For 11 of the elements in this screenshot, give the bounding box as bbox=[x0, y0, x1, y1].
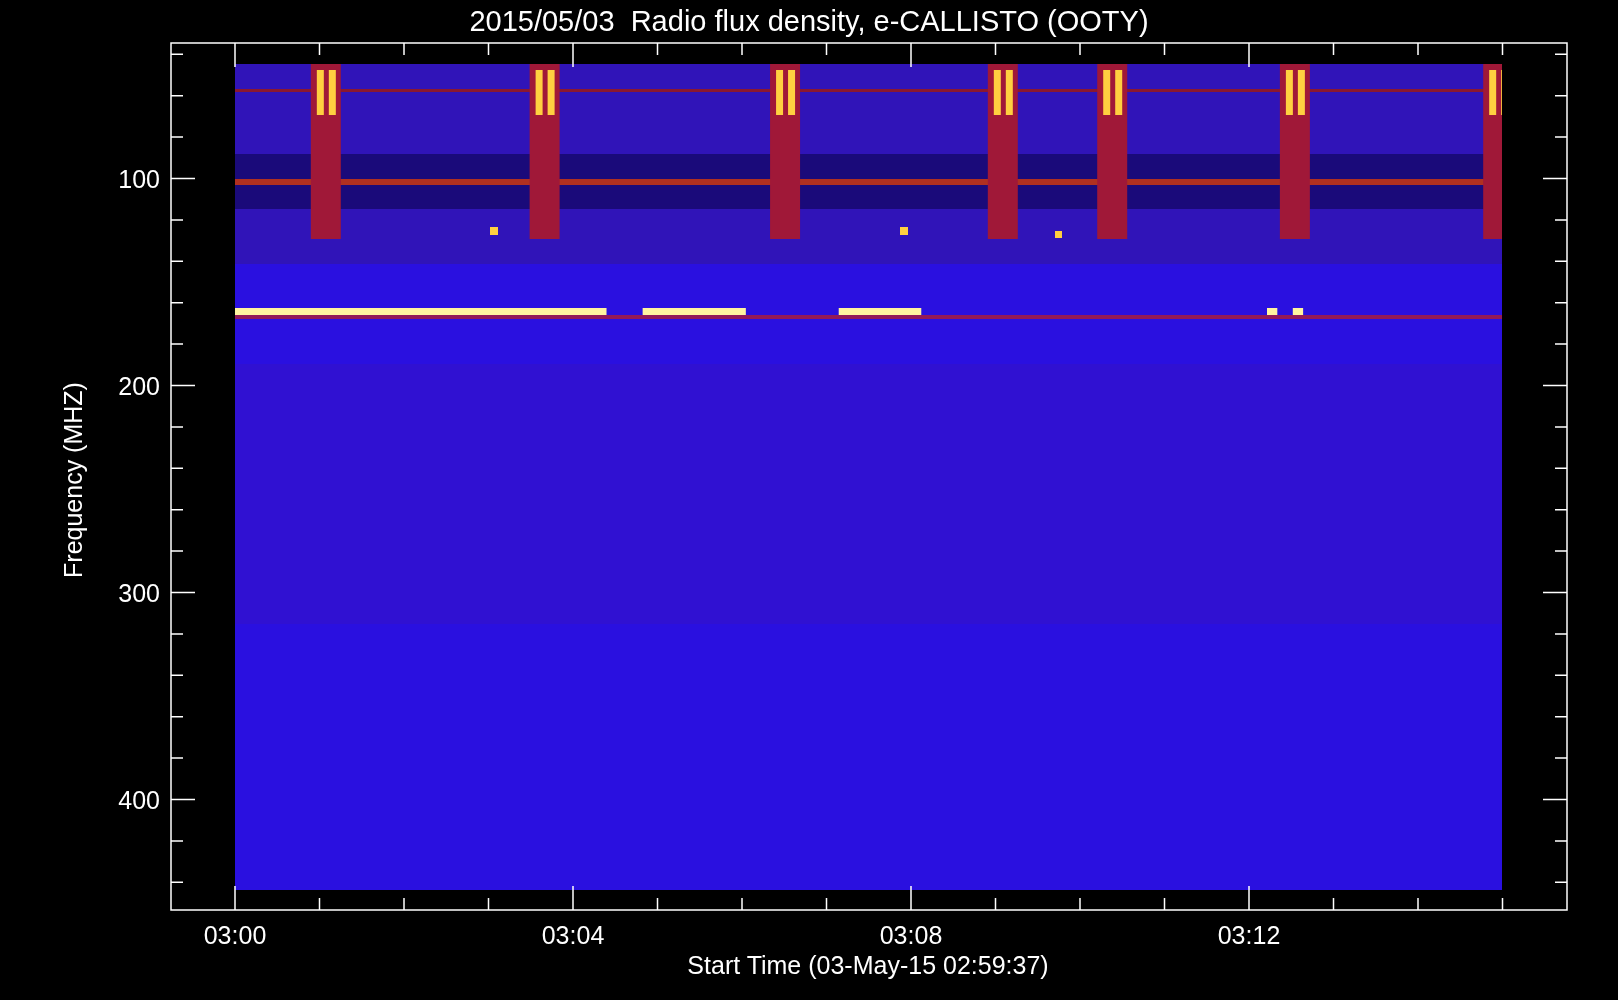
axis-tick-label: 100 bbox=[118, 164, 160, 193]
axis-tick-label: 03:08 bbox=[879, 921, 943, 949]
chart-title: 2015/05/03 Radio flux density, e-CALLISTO (OOTY) bbox=[469, 5, 1149, 37]
axis-tick-label: 03:00 bbox=[203, 921, 267, 949]
axis-tick-label: 03:12 bbox=[1217, 921, 1281, 949]
axis-tick-label: 03:04 bbox=[541, 921, 605, 949]
axis-tick-label: 400 bbox=[118, 785, 160, 814]
axis-title: Frequency (MHZ) bbox=[59, 382, 87, 578]
axis-tick-label: 200 bbox=[118, 371, 160, 400]
axis-title: Start Time (03-May-15 02:59:37) bbox=[687, 951, 1049, 979]
axis-tick-label: 300 bbox=[118, 578, 160, 607]
